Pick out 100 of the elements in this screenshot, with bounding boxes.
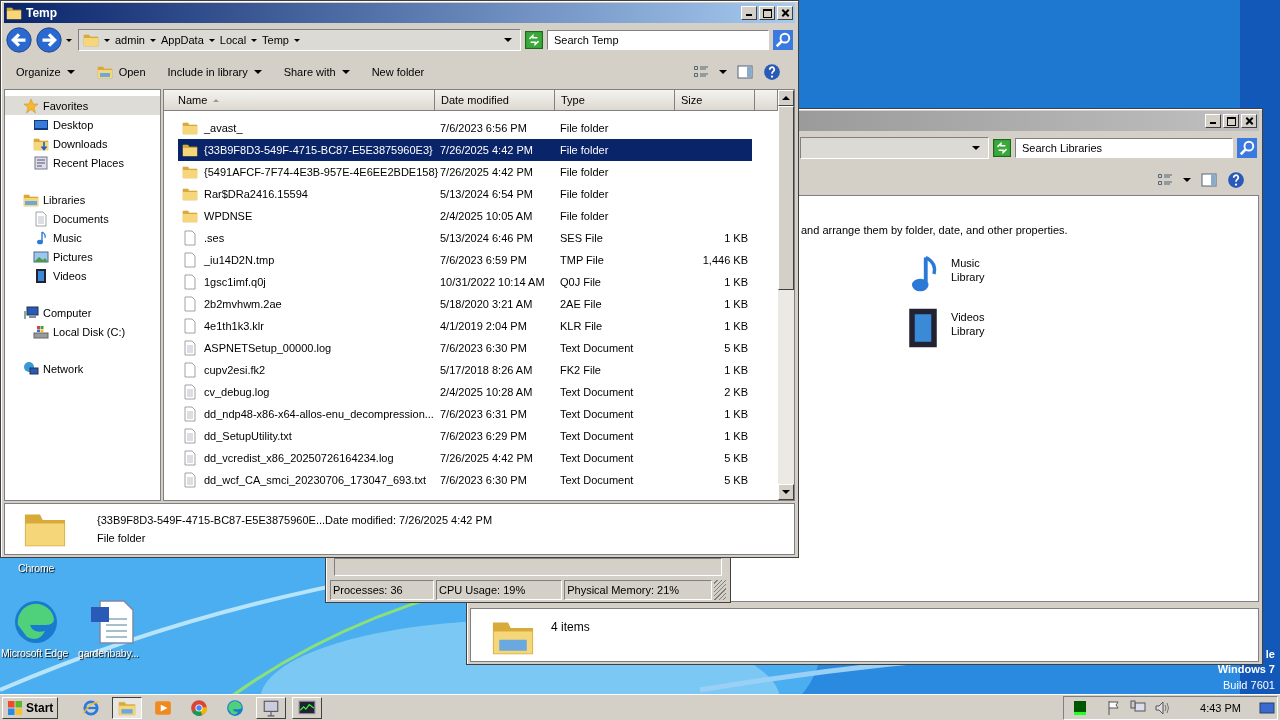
column-header[interactable]: Size xyxy=(675,90,755,111)
toolbar-button[interactable]: Share with xyxy=(279,64,354,80)
start-logo-icon xyxy=(7,699,23,716)
search-field[interactable]: Search Temp xyxy=(547,30,769,50)
file-row[interactable]: WPDNSE 2/4/2025 10:05 AM File folder xyxy=(178,205,752,227)
speaker-icon[interactable] xyxy=(1154,699,1171,716)
nav-item[interactable]: Desktop xyxy=(5,115,160,134)
breadcrumb-item[interactable]: admin xyxy=(115,34,145,46)
close-button[interactable] xyxy=(1241,114,1257,128)
caret-icon[interactable] xyxy=(253,70,262,74)
file-row[interactable]: _avast_ 7/6/2023 6:56 PM File folder xyxy=(178,117,752,139)
nav-item[interactable]: Local Disk (C:) xyxy=(5,322,160,341)
minimize-button[interactable] xyxy=(1205,114,1221,128)
minimize-button[interactable] xyxy=(741,6,757,20)
table-cell: 5/17/2018 8:26 AM xyxy=(440,364,533,376)
toolbar-button[interactable]: Organize xyxy=(12,64,79,80)
help-icon[interactable] xyxy=(1227,171,1245,189)
nav-item[interactable]: Pictures xyxy=(5,247,160,266)
file-row[interactable]: dd_SetupUtility.txt 7/6/2023 6:29 PM Text Document 1 KB xyxy=(178,425,752,447)
file-row[interactable]: 2b2mvhwm.2ae 5/18/2020 3:21 AM 2AE File 1 KB xyxy=(178,293,752,315)
caret-icon[interactable] xyxy=(251,38,258,42)
document-icon[interactable] xyxy=(88,598,136,646)
file-row[interactable]: {5491AFCF-7F74-4E3B-957E-4E6EE2BDE158} 7/26/2025 4:42 PM File folder xyxy=(178,161,752,183)
nav-item[interactable]: Downloads xyxy=(5,134,160,153)
maximize-button[interactable] xyxy=(759,6,775,20)
file-row[interactable]: 4e1th1k3.klr 4/1/2019 2:04 PM KLR File 1 KB xyxy=(178,315,752,337)
clock[interactable]: 4:43 PM xyxy=(1200,701,1241,714)
search-field[interactable]: Search Libraries xyxy=(1015,138,1233,158)
library-label[interactable]: Videos Library xyxy=(951,306,991,338)
caret-icon[interactable] xyxy=(972,146,980,150)
file-row[interactable]: dd_vcredist_x86_20250726164234.log 7/26/2025 4:42 PM Text Document 5 KB xyxy=(178,447,752,469)
description-text: and arrange them by folder, date, and other properties. xyxy=(801,224,1069,236)
nav-item[interactable]: Computer xyxy=(5,303,160,322)
toolbar-button[interactable]: Include in library xyxy=(163,64,266,80)
caret-icon[interactable] xyxy=(504,38,512,42)
caret-icon[interactable] xyxy=(341,70,350,74)
nav-item[interactable]: Recent Places xyxy=(5,153,160,172)
preview-pane-icon[interactable] xyxy=(1201,172,1217,188)
library-label[interactable]: Music Library xyxy=(951,252,991,284)
search-icon[interactable] xyxy=(1237,138,1257,158)
nav-item[interactable]: Music xyxy=(5,228,160,247)
nav-item[interactable]: Videos xyxy=(5,266,160,285)
caret-icon[interactable] xyxy=(66,38,72,42)
file-name: dd_SetupUtility.txt xyxy=(204,430,292,442)
forward-button[interactable] xyxy=(36,27,62,53)
taskbar-button[interactable] xyxy=(112,696,143,719)
table-cell: 1 KB xyxy=(724,298,748,310)
file-row[interactable]: cupv2esi.fk2 5/17/2018 8:26 AM FK2 File 1 KB xyxy=(178,359,752,381)
toolbar-button[interactable]: Open xyxy=(92,62,150,82)
breadcrumb-item[interactable]: Local xyxy=(219,34,247,46)
caret-icon[interactable] xyxy=(1183,178,1191,182)
caret-icon[interactable] xyxy=(66,70,75,74)
start-button[interactable]: Start xyxy=(2,696,59,719)
close-button[interactable] xyxy=(777,6,793,20)
nav-item[interactable]: Network xyxy=(5,359,160,378)
views-icon[interactable] xyxy=(693,64,709,80)
breadcrumb-item[interactable]: AppData xyxy=(160,34,204,46)
back-button[interactable] xyxy=(6,27,32,53)
resize-grip[interactable] xyxy=(714,580,726,600)
help-icon[interactable] xyxy=(763,63,781,81)
column-header[interactable]: Date modified xyxy=(435,90,555,111)
nav-item[interactable]: Documents xyxy=(5,209,160,228)
table-cell: 1 KB xyxy=(724,364,748,376)
preview-pane-icon[interactable] xyxy=(737,64,753,80)
file-row[interactable]: 1gsc1imf.q0j 10/31/2022 10:14 AM Q0J File 1 KB xyxy=(178,271,752,293)
breadcrumb-item[interactable]: Temp xyxy=(262,34,289,46)
address-bar[interactable]: admin AppData Local Temp xyxy=(78,29,521,51)
file-row[interactable]: dd_ndp48-x86-x64-allos-enu_decompression... 7/6/2023 6:31 PM Text Document 1 KB xyxy=(178,403,752,425)
status-text: Processes: 36 xyxy=(330,580,435,600)
show-desktop-icon[interactable] xyxy=(1259,699,1275,716)
refresh-icon[interactable] xyxy=(993,139,1011,157)
file-name: 4e1th1k3.klr xyxy=(204,320,264,332)
scrollbar-thumb[interactable] xyxy=(778,106,794,290)
caret-icon[interactable] xyxy=(208,38,215,42)
refresh-icon[interactable] xyxy=(525,31,543,49)
meter-icon[interactable] xyxy=(1072,699,1089,716)
views-icon[interactable] xyxy=(1157,172,1173,188)
caret-icon[interactable] xyxy=(104,38,110,42)
search-icon[interactable] xyxy=(773,30,793,50)
maximize-button[interactable] xyxy=(1223,114,1239,128)
nav-item[interactable]: Libraries xyxy=(5,190,160,209)
column-header[interactable]: Name xyxy=(164,90,435,111)
file-row[interactable]: dd_wcf_CA_smci_20230706_173047_693.txt 7/6/2023 6:30 PM Text Document 5 KB xyxy=(178,469,752,491)
file-row[interactable]: _iu14D2N.tmp 7/6/2023 6:59 PM TMP File 1,446 KB xyxy=(178,249,752,271)
toolbar-button[interactable]: New folder xyxy=(367,64,429,80)
caret-icon[interactable] xyxy=(149,38,156,42)
network-icon xyxy=(23,360,39,377)
file-row[interactable]: ASPNETSetup_00000.log 7/6/2023 6:30 PM Text Document 5 KB xyxy=(178,337,752,359)
folder-icon xyxy=(6,5,22,21)
file-row[interactable]: {33B9F8D3-549F-4715-BC87-E5E3875960E3} 7/26/2025 4:42 PM File folder xyxy=(178,139,752,161)
file-row[interactable]: cv_debug.log 2/4/2025 10:28 AM Text Document 2 KB xyxy=(178,381,752,403)
file-row[interactable]: .ses 5/13/2024 6:46 PM SES File 1 KB xyxy=(178,227,752,249)
caret-icon[interactable] xyxy=(294,38,300,42)
column-header[interactable]: Type xyxy=(555,90,675,111)
nav-item[interactable]: Favorites xyxy=(5,96,160,115)
address-bar[interactable] xyxy=(800,137,989,159)
scrollbar[interactable] xyxy=(778,90,794,500)
file-row[interactable]: Rar$DRa2416.15594 5/13/2024 6:54 PM File folder xyxy=(178,183,752,205)
table-cell: 1 KB xyxy=(724,232,748,244)
caret-icon[interactable] xyxy=(719,70,727,74)
